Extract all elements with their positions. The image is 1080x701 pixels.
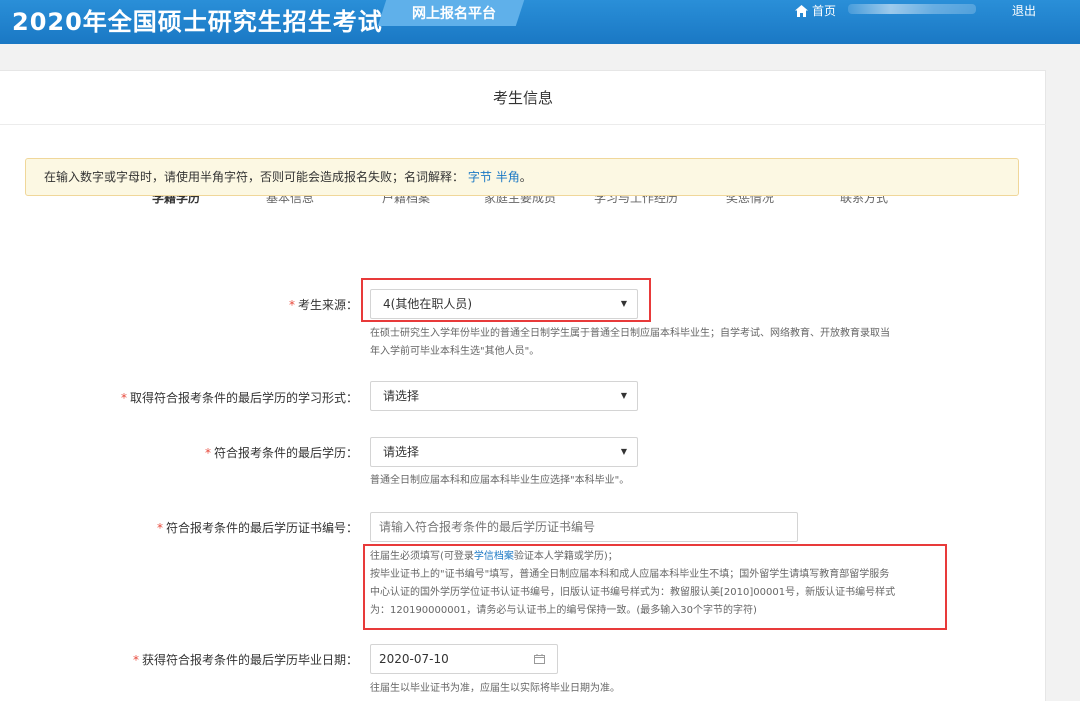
last-degree-label-text: 符合报考条件的最后学历：: [213, 446, 358, 460]
study-form-label: * 取得符合报考条件的最后学历的学习形式：: [121, 389, 358, 406]
home-icon: [795, 4, 808, 17]
notice-end: 。: [519, 170, 532, 184]
last-degree-select[interactable]: 请选择 ▼: [370, 437, 638, 467]
cert-help-post: 验证本人学籍或学历)；: [513, 551, 618, 562]
required-mark: *: [132, 653, 139, 667]
user-name-blurred: [848, 4, 976, 14]
calendar-icon[interactable]: [534, 654, 545, 664]
study-form-select-value: 请选择: [383, 389, 420, 403]
cert-help-line-1: 往届生必须填写(可登录学信档案验证本人学籍或学历)；: [370, 548, 895, 566]
last-degree-label: * 符合报考条件的最后学历：: [205, 444, 358, 461]
cert-help-line-4: 为：120190000001，请务必与认证书上的编号保持一致。(最多输入30个字…: [370, 605, 757, 616]
study-form-label-text: 取得符合报考条件的最后学历的学习形式：: [129, 391, 358, 405]
chevron-down-icon: ▼: [620, 391, 627, 400]
notice-link-byte[interactable]: 字节: [468, 170, 492, 184]
cert-no-label-text: 符合报考条件的最后学历证书编号：: [165, 521, 358, 535]
logout-link[interactable]: 退出: [1012, 2, 1036, 19]
notice-link-halfwidth[interactable]: 半角: [496, 170, 520, 184]
grad-date-value: 2020-07-10: [379, 652, 449, 666]
chevron-down-icon: ▼: [620, 447, 627, 456]
source-help-line-1: 在硕士研究生入学年份毕业的普通全日制学生属于普通全日制应届本科毕业生；自学考试、…: [370, 328, 890, 339]
cert-help-line-3: 中心认证的国外学历学位证书认证书编号，旧版认证书编号样式为：教留服认美[2010…: [370, 587, 896, 598]
source-help: 在硕士研究生入学年份毕业的普通全日制学生属于普通全日制应届本科毕业生；自学考试、…: [370, 325, 890, 361]
grad-date-help: 往届生以毕业证书为准，应届生以实际将毕业日期为准。: [370, 683, 620, 694]
required-mark: *: [156, 521, 163, 535]
cert-help-pre: 往届生必须填写(可登录: [370, 551, 474, 562]
source-help-line-2: 年入学前可毕业本科生选"其他人员"。: [370, 346, 540, 357]
top-navbar: 2020年全国硕士研究生招生考试 网上报名平台 首页 退出: [0, 0, 1080, 44]
halfwidth-notice: 在输入数字或字母时，请使用半角字符，否则可能会造成报名失败；名词解释： 字节 半…: [25, 158, 1019, 196]
xuexin-archive-link[interactable]: 学信档案: [474, 551, 514, 562]
home-link[interactable]: 首页: [795, 2, 836, 19]
site-title: 2020年全国硕士研究生招生考试: [12, 8, 383, 36]
cert-help-line-2: 按毕业证书上的"证书编号"填写，普通全日制应届本科和成人应届本科毕业生不填；国外…: [370, 569, 890, 580]
study-form-select[interactable]: 请选择 ▼: [370, 381, 638, 411]
cert-no-input[interactable]: [370, 512, 798, 542]
grad-date-label: * 获得符合报考条件的最后学历毕业日期：: [133, 651, 358, 668]
last-degree-help: 普通全日制应届本科和应届本科毕业生应选择"本科毕业"。: [370, 475, 630, 486]
grad-date-input[interactable]: 2020-07-10: [370, 644, 558, 674]
source-label-text: 考生来源：: [297, 298, 358, 312]
panel-title: 考生信息: [0, 71, 1046, 125]
platform-name: 网上报名平台: [412, 6, 496, 22]
home-link-label: 首页: [812, 4, 837, 18]
cert-no-label: * 符合报考条件的最后学历证书编号：: [157, 519, 358, 536]
required-mark: *: [120, 391, 127, 405]
highlight-box-source: [361, 278, 651, 322]
notice-text: 在输入数字或字母时，请使用半角字符，否则可能会造成报名失败；名词解释：: [44, 170, 465, 184]
last-degree-select-value: 请选择: [383, 445, 420, 459]
required-mark: *: [204, 446, 211, 460]
grad-date-label-text: 获得符合报考条件的最后学历毕业日期：: [141, 653, 358, 667]
source-label: * 考生来源：: [289, 296, 358, 313]
cert-no-help: 往届生必须填写(可登录学信档案验证本人学籍或学历)； 按毕业证书上的"证书编号"…: [370, 548, 895, 620]
required-mark: *: [288, 298, 295, 312]
